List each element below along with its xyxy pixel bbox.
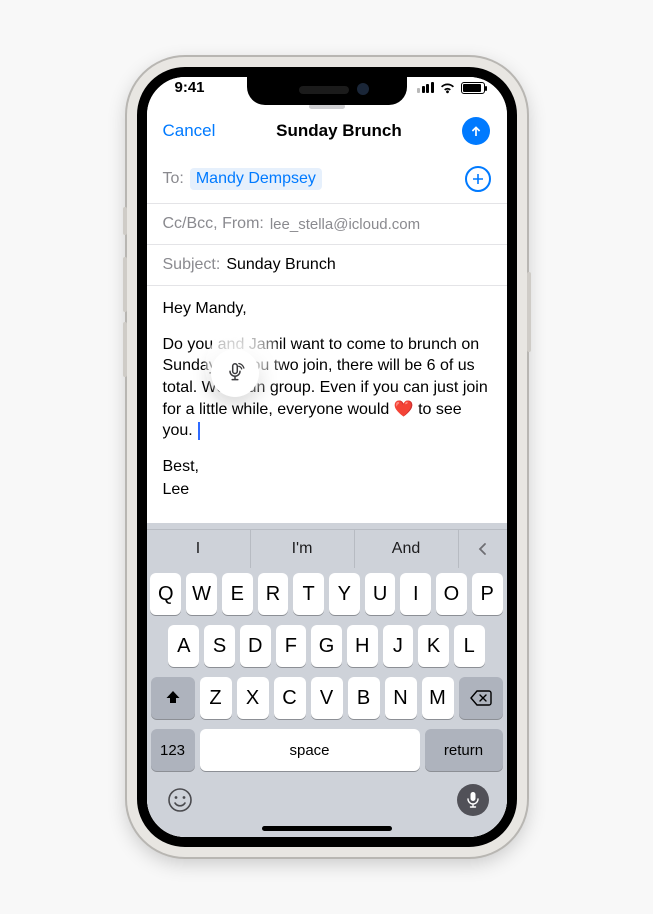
shift-key[interactable]: [151, 677, 195, 719]
subject-row[interactable]: Subject: Sunday Brunch: [147, 245, 507, 286]
key-k[interactable]: K: [418, 625, 449, 667]
key-o[interactable]: O: [436, 573, 467, 615]
prediction-collapse[interactable]: [459, 530, 507, 568]
return-key[interactable]: return: [425, 729, 503, 771]
key-i[interactable]: I: [400, 573, 431, 615]
wifi-icon: [439, 82, 456, 94]
key-b[interactable]: B: [348, 677, 380, 719]
key-h[interactable]: H: [347, 625, 378, 667]
send-button[interactable]: [462, 117, 490, 145]
screen: 9:41 Cancel Sunday Brunch: [137, 67, 517, 847]
ccbcc-label: Cc/Bcc, From:: [163, 215, 264, 233]
key-e[interactable]: E: [222, 573, 253, 615]
phone-frame: 9:41 Cancel Sunday Brunch: [127, 57, 527, 857]
email-body[interactable]: Hey Mandy, Do you and Jamil want to come…: [147, 286, 507, 523]
backspace-key[interactable]: [459, 677, 503, 719]
key-v[interactable]: V: [311, 677, 343, 719]
plus-icon: [471, 172, 485, 186]
prediction-bar: I I'm And: [147, 529, 507, 568]
silent-switch: [123, 207, 127, 235]
key-row-2: A S D F G H J K L: [147, 620, 507, 672]
keyboard: I I'm And Q W E R T Y U I O: [147, 523, 507, 837]
key-y[interactable]: Y: [329, 573, 360, 615]
arrow-up-icon: [469, 124, 483, 138]
key-g[interactable]: G: [311, 625, 342, 667]
volume-up-button: [123, 257, 127, 312]
space-key[interactable]: space: [200, 729, 420, 771]
backspace-icon: [470, 690, 492, 706]
voice-control-icon: [224, 362, 246, 384]
body-greeting: Hey Mandy,: [163, 298, 491, 320]
heart-icon: ❤️: [394, 401, 414, 418]
key-a[interactable]: A: [168, 625, 199, 667]
dictation-button[interactable]: [457, 784, 489, 816]
key-c[interactable]: C: [274, 677, 306, 719]
key-row-4: 123 space return: [147, 724, 507, 776]
key-p[interactable]: P: [472, 573, 503, 615]
key-z[interactable]: Z: [200, 677, 232, 719]
signature-best: Best,: [163, 456, 491, 478]
key-r[interactable]: R: [258, 573, 289, 615]
side-button: [527, 272, 531, 352]
cellular-signal-icon: [417, 82, 434, 93]
compose-navbar: Cancel Sunday Brunch: [147, 113, 507, 155]
emoji-button[interactable]: [165, 785, 195, 815]
prediction-1[interactable]: I: [147, 530, 251, 568]
text-cursor: [198, 422, 200, 440]
body-paragraph: Do you and Jamil want to come to brunch …: [163, 334, 491, 442]
subject-value: Sunday Brunch: [226, 256, 335, 274]
home-indicator[interactable]: [262, 826, 392, 831]
key-t[interactable]: T: [293, 573, 324, 615]
status-right: [417, 82, 485, 94]
key-s[interactable]: S: [204, 625, 235, 667]
subject-label: Subject:: [163, 256, 221, 274]
key-f[interactable]: F: [276, 625, 307, 667]
keyboard-bottom-row: [147, 776, 507, 824]
sheet-grabber[interactable]: [309, 104, 345, 109]
key-row-1: Q W E R T Y U I O P: [147, 568, 507, 620]
emoji-icon: [167, 787, 193, 813]
voice-control-bubble[interactable]: [211, 349, 259, 397]
prediction-2[interactable]: I'm: [251, 530, 355, 568]
key-u[interactable]: U: [365, 573, 396, 615]
shift-icon: [164, 689, 182, 707]
compose-sheet: Cancel Sunday Brunch To: Mandy Dempsey C…: [147, 98, 507, 837]
add-recipient-button[interactable]: [465, 166, 491, 192]
cancel-button[interactable]: Cancel: [163, 121, 216, 141]
numbers-key[interactable]: 123: [151, 729, 195, 771]
key-n[interactable]: N: [385, 677, 417, 719]
ccbcc-row[interactable]: Cc/Bcc, From: lee_stella@icloud.com: [147, 204, 507, 245]
from-email: lee_stella@icloud.com: [270, 216, 420, 233]
compose-title: Sunday Brunch: [276, 121, 402, 141]
key-d[interactable]: D: [240, 625, 271, 667]
battery-icon: [461, 82, 485, 94]
key-l[interactable]: L: [454, 625, 485, 667]
volume-down-button: [123, 322, 127, 377]
key-q[interactable]: Q: [150, 573, 181, 615]
notch: [247, 77, 407, 105]
chevron-left-icon: [476, 542, 490, 556]
status-time: 9:41: [175, 79, 205, 96]
to-row[interactable]: To: Mandy Dempsey: [147, 155, 507, 204]
microphone-icon: [466, 791, 480, 809]
key-w[interactable]: W: [186, 573, 217, 615]
key-x[interactable]: X: [237, 677, 269, 719]
key-j[interactable]: J: [383, 625, 414, 667]
prediction-3[interactable]: And: [355, 530, 459, 568]
key-row-3: Z X C V B N M: [147, 672, 507, 724]
recipient-name: Mandy Dempsey: [196, 170, 316, 187]
signature-name: Lee: [163, 479, 491, 501]
key-m[interactable]: M: [422, 677, 454, 719]
recipient-chip[interactable]: Mandy Dempsey: [190, 168, 322, 190]
to-label: To:: [163, 170, 184, 188]
